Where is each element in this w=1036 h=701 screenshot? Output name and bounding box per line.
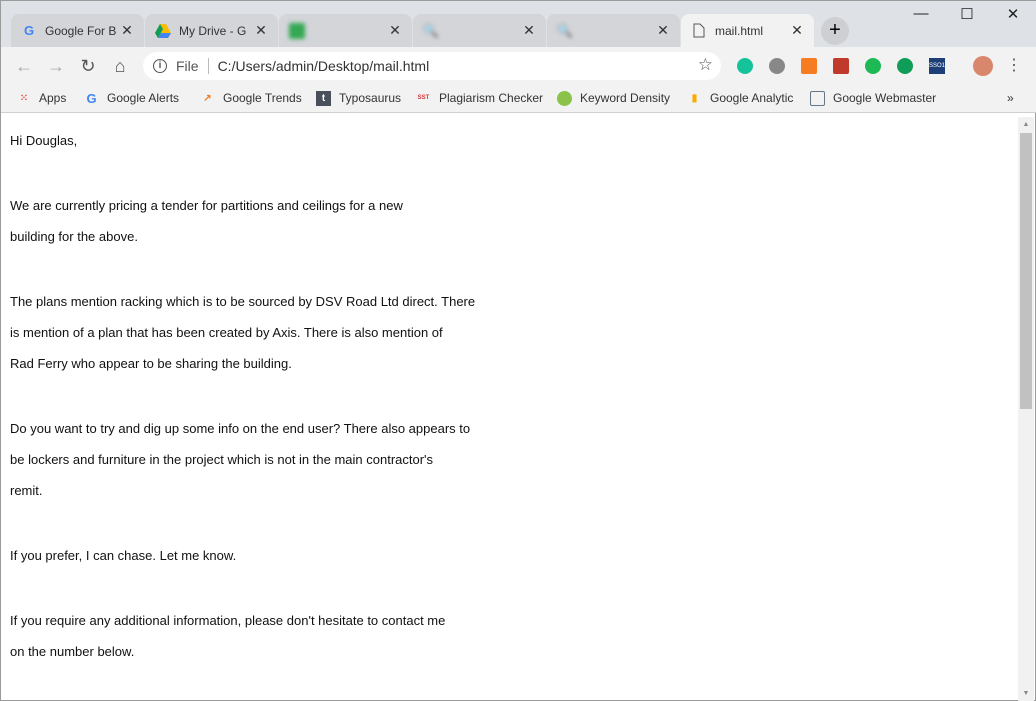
minimize-button[interactable]: — — [898, 5, 944, 27]
tab-google-for-business[interactable]: G Google For B ✕ — [11, 14, 144, 47]
bookmark-star-icon[interactable]: ☆ — [698, 55, 713, 75]
address-bar[interactable]: i File C:/Users/admin/Desktop/mail.html … — [143, 52, 721, 80]
hangouts-icon[interactable] — [897, 58, 913, 74]
sst-icon: SST — [417, 94, 430, 101]
bookmark-plagiarism-checker[interactable]: SST Plagiarism Checker — [416, 90, 543, 106]
close-tab-icon[interactable]: ✕ — [522, 22, 536, 39]
home-button[interactable]: ⌂ — [109, 55, 131, 77]
analytics-icon: ▮ — [691, 92, 698, 104]
tab-strip: G Google For B ✕ My Drive - G ✕ ✕ 🔍 ✕ 🔍 ✕ mai… — [1, 1, 1036, 47]
paragraph: If you prefer, I can chase. Let me know. — [10, 540, 1010, 571]
scheme-label: File — [176, 58, 199, 74]
search-icon: 🔍 — [556, 22, 574, 38]
reload-button[interactable]: ↻ — [77, 55, 99, 77]
paragraph: If you require any additional informatio… — [10, 605, 1010, 667]
bookmark-keyword-density[interactable]: Keyword Density — [557, 90, 670, 106]
tab-blurred[interactable]: 🔍 ✕ — [413, 14, 546, 47]
email-body: Hi Douglas, We are currently pricing a t… — [10, 125, 1010, 667]
tab-my-drive[interactable]: My Drive - G ✕ — [145, 14, 278, 47]
bookmark-google-webmaster[interactable]: Google Webmaster — [810, 90, 936, 106]
back-button[interactable]: ← — [13, 55, 35, 77]
tab-blurred[interactable]: 🔍 ✕ — [547, 14, 680, 47]
text-line: If you prefer, I can chase. Let me know. — [10, 548, 237, 563]
file-icon — [691, 23, 707, 39]
menu-icon[interactable]: ⋮ — [1003, 55, 1025, 77]
gear-extension-icon[interactable] — [769, 58, 785, 74]
text-line: is mention of a plan that has been creat… — [10, 325, 443, 340]
maximize-button[interactable]: ☐ — [944, 5, 990, 27]
text-line: The plans mention racking which is to be… — [10, 294, 476, 309]
info-icon[interactable]: i — [153, 59, 167, 73]
bookmark-google-alerts[interactable]: G Google Alerts — [84, 90, 179, 106]
google-icon: G — [86, 90, 97, 106]
mustache-extension-icon[interactable] — [865, 58, 881, 74]
text-line: remit. — [10, 483, 43, 498]
bookmark-typosaurus[interactable]: t Typosaurus — [316, 90, 401, 106]
trends-icon: ↗ — [203, 92, 212, 104]
new-tab-button[interactable]: + — [821, 17, 849, 45]
paragraph: We are currently pricing a tender for pa… — [10, 190, 1010, 252]
scroll-down-icon[interactable]: ▼ — [1018, 690, 1034, 697]
bookmark-google-trends[interactable]: ↗ Google Trends — [200, 90, 301, 106]
scrollbar[interactable]: ▲ ▼ — [1018, 117, 1034, 701]
apps-grid-icon: ⁙ — [19, 92, 28, 104]
sheets-icon — [289, 22, 305, 39]
search-icon: 🔍 — [422, 22, 440, 38]
sso-extension-icon[interactable]: SSO1 — [929, 58, 945, 74]
scroll-up-icon[interactable]: ▲ — [1018, 121, 1034, 128]
more-bookmarks-icon[interactable]: » — [1007, 90, 1014, 106]
close-tab-icon[interactable]: ✕ — [254, 22, 268, 39]
paragraph: Do you want to try and dig up some info … — [10, 413, 1010, 506]
text-line: on the number below. — [10, 644, 135, 659]
close-tab-icon[interactable]: ✕ — [388, 22, 402, 39]
text-line: building for the above. — [10, 229, 138, 244]
bookmark-google-analytic[interactable]: ▮ Google Analytic — [687, 90, 794, 106]
text-line: be lockers and furniture in the project … — [10, 452, 434, 467]
text-line: We are currently pricing a tender for pa… — [10, 198, 403, 213]
bookmarks-bar: ⁙ Apps G Google Alerts ↗ Google Trends t Typ… — [1, 85, 1036, 113]
close-tab-icon[interactable]: ✕ — [656, 22, 670, 39]
bookmark-apps[interactable]: ⁙ Apps — [16, 90, 67, 106]
forward-button[interactable]: → — [45, 55, 67, 77]
tab-blurred[interactable]: ✕ — [279, 14, 412, 47]
text-line: Rad Ferry who appear to be sharing the b… — [10, 356, 292, 371]
tab-mail-html[interactable]: mail.html ✕ — [681, 14, 814, 47]
divider — [207, 58, 209, 74]
avatar[interactable] — [973, 56, 993, 76]
close-tab-icon[interactable]: ✕ — [120, 22, 134, 39]
typosaurus-icon: t — [316, 90, 331, 106]
text-line: If you require any additional informatio… — [10, 613, 446, 628]
close-window-button[interactable]: ✕ — [990, 5, 1036, 27]
text-line: Do you want to try and dig up some info … — [10, 421, 471, 436]
book-extension-icon[interactable] — [833, 58, 849, 74]
drive-icon — [155, 23, 171, 39]
google-icon: G — [23, 23, 35, 38]
webmaster-icon — [810, 90, 825, 106]
greeting: Hi Douglas, — [10, 133, 78, 148]
url-text[interactable]: C:/Users/admin/Desktop/mail.html — [218, 58, 430, 74]
trends-extension-icon[interactable] — [801, 58, 817, 74]
paragraph: The plans mention racking which is to be… — [10, 286, 1010, 379]
close-tab-icon[interactable]: ✕ — [790, 22, 804, 39]
grammarly-icon[interactable] — [737, 58, 753, 74]
globe-icon — [557, 90, 572, 106]
toolbar: ← → ↻ ⌂ i File C:/Users/admin/Desktop/ma… — [1, 47, 1036, 85]
scrollbar-thumb[interactable] — [1020, 133, 1032, 409]
